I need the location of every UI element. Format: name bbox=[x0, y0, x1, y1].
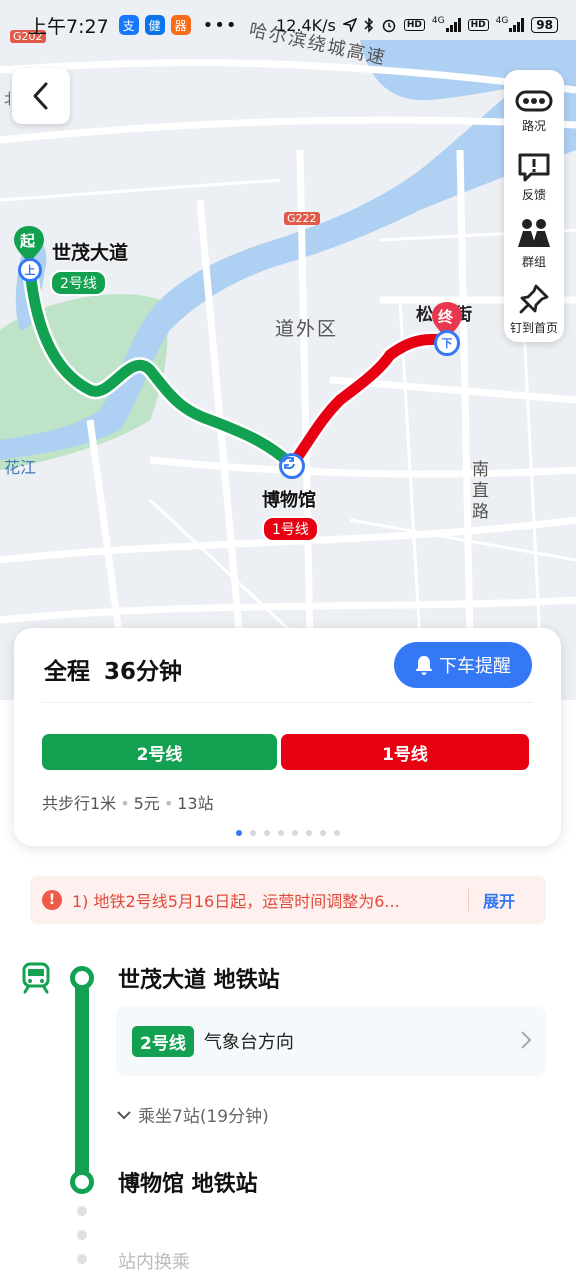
notice-separator bbox=[468, 889, 469, 911]
warning-icon: ! bbox=[42, 890, 62, 910]
page-dot[interactable] bbox=[249, 830, 256, 836]
transfer-icon bbox=[283, 456, 295, 470]
chevron-down-icon bbox=[117, 1110, 131, 1119]
page-dot[interactable] bbox=[277, 830, 284, 836]
step-start-station[interactable]: 世茂大道 地铁站 bbox=[118, 962, 280, 994]
map-view[interactable]: G202 G222 哈尔滨绕城高速 道外区 花江 北 南直路 松街 起 上 世茂… bbox=[0, 0, 576, 700]
alipay-badge-icon: 支 bbox=[118, 15, 139, 35]
battery-icon: 98 bbox=[531, 17, 558, 33]
hd-badge-icon: HD bbox=[403, 19, 425, 31]
bluetooth-icon bbox=[364, 17, 373, 33]
app-badge-icon: 器 bbox=[170, 15, 191, 35]
map-transfer-station-name: 博物馆 bbox=[262, 490, 316, 511]
traffic-button[interactable]: 路况 bbox=[504, 78, 564, 144]
map-start-station-name: 世茂大道 bbox=[52, 242, 129, 264]
feedback-icon bbox=[518, 153, 550, 181]
map-canvas bbox=[0, 40, 576, 642]
pin-to-home-button[interactable]: 钉到首页 bbox=[504, 276, 564, 342]
step-line-direction: 气象台方向 bbox=[203, 1032, 294, 1053]
status-bar: 上午7:27 支 健 器 ••• 12.4K/s HD 4G HD 4G 98 bbox=[0, 0, 576, 50]
signal-2-icon bbox=[509, 18, 525, 32]
transfer-node[interactable] bbox=[279, 453, 305, 479]
page-dot[interactable] bbox=[263, 830, 270, 836]
chevron-left-icon bbox=[33, 82, 48, 110]
hd-badge-2-icon: HD bbox=[467, 19, 489, 31]
network-speed: 12.4K/s bbox=[276, 15, 336, 35]
status-time: 上午7:27 bbox=[28, 15, 109, 38]
map-tools-panel: 路况 反馈 群组 钉到首页 bbox=[504, 70, 564, 342]
map-start-line-tag: 2号线 bbox=[50, 270, 107, 296]
feedback-label: 反馈 bbox=[521, 187, 546, 202]
feedback-button[interactable]: 反馈 bbox=[504, 144, 564, 210]
summary-divider bbox=[42, 702, 533, 703]
road-shield-g222: G222 bbox=[284, 212, 320, 225]
plan-page-indicator[interactable] bbox=[14, 830, 561, 836]
traffic-icon bbox=[515, 90, 553, 111]
signal-1-icon bbox=[445, 18, 461, 32]
step-transfer-station[interactable]: 博物馆 地铁站 bbox=[118, 1166, 258, 1198]
walk-distance: 共步行1米 bbox=[42, 794, 117, 813]
map-transfer-line-tag: 1号线 bbox=[262, 516, 319, 542]
walk-dot bbox=[77, 1254, 87, 1264]
route-casing-line1 bbox=[284, 331, 454, 473]
group-button[interactable]: 群组 bbox=[504, 210, 564, 276]
walk-dot bbox=[77, 1230, 87, 1240]
end-station-node: 下 bbox=[434, 330, 460, 356]
alight-reminder-button[interactable]: 下车提醒 bbox=[394, 642, 532, 688]
line-info-card[interactable]: 2号线 气象台方向 bbox=[116, 1006, 546, 1076]
page-dot[interactable] bbox=[333, 830, 340, 836]
group-label: 群组 bbox=[521, 254, 546, 269]
trip-duration-value: 36分钟 bbox=[104, 659, 183, 685]
trip-price: 5元 bbox=[133, 794, 160, 813]
page-dot[interactable] bbox=[319, 830, 326, 836]
health-badge-icon: 健 bbox=[144, 15, 165, 35]
transfer-station-node-step bbox=[70, 1170, 94, 1194]
bell-icon bbox=[416, 656, 432, 675]
page-dot[interactable] bbox=[305, 830, 312, 836]
trip-title-prefix: 全程 bbox=[44, 659, 90, 685]
traffic-label: 路况 bbox=[521, 118, 546, 133]
ride-info-toggle[interactable]: 乘坐7站(19分钟) bbox=[116, 1102, 269, 1127]
trip-duration: 全程 36分钟 bbox=[44, 652, 196, 686]
step-line-tag: 2号线 bbox=[132, 1025, 194, 1057]
metro-icon bbox=[20, 962, 52, 998]
back-button[interactable] bbox=[12, 68, 70, 124]
status-right: 12.4K/s HD 4G HD 4G 98 bbox=[276, 16, 558, 35]
chevron-right-icon bbox=[521, 1031, 532, 1049]
ride-info-text: 乘坐7站(19分钟) bbox=[138, 1107, 269, 1127]
line-segment-bar: 2号线 bbox=[42, 734, 277, 770]
line-segment-bar: 1号线 bbox=[281, 734, 529, 770]
net-1-label: 4G bbox=[431, 15, 445, 26]
group-icon bbox=[518, 218, 550, 247]
alight-reminder-label: 下车提醒 bbox=[439, 656, 511, 677]
river-label: 花江 bbox=[4, 458, 37, 477]
location-icon bbox=[342, 18, 357, 32]
route-line1 bbox=[286, 333, 452, 471]
start-station-node: 上 bbox=[18, 258, 42, 282]
step-route-line bbox=[75, 978, 89, 1182]
trip-stops: 13站 bbox=[177, 794, 214, 813]
start-station-node-step bbox=[70, 966, 94, 990]
street-label: 南直路 bbox=[472, 460, 489, 522]
net-2-label: 4G bbox=[495, 15, 509, 26]
route-summary-card[interactable]: 全程 36分钟 下车提醒 2号线 1号线 共步行1米 • 5元 • 13站 bbox=[14, 628, 561, 846]
next-step-hint: 站内换乘 bbox=[118, 1252, 190, 1273]
notice-text: 1) 地铁2号线5月16日起，运营时间调整为6... bbox=[72, 892, 400, 911]
page-dot[interactable] bbox=[235, 830, 242, 836]
page-dot[interactable] bbox=[291, 830, 298, 836]
pin-label: 钉到首页 bbox=[509, 320, 558, 335]
walk-dot bbox=[77, 1206, 87, 1216]
pin-icon bbox=[519, 284, 549, 313]
more-notifications-icon: ••• bbox=[202, 14, 238, 36]
service-notice[interactable]: ! 1) 地铁2号线5月16日起，运营时间调整为6... 展开 bbox=[30, 876, 546, 924]
trip-meta: 共步行1米 • 5元 • 13站 bbox=[42, 794, 214, 813]
district-label: 道外区 bbox=[275, 318, 339, 340]
notice-expand-button[interactable]: 展开 bbox=[483, 888, 515, 912]
alarm-icon bbox=[382, 19, 396, 33]
